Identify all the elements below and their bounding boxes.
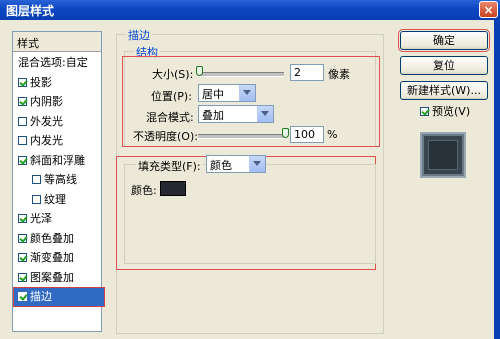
style-item-checkbox[interactable]	[32, 194, 41, 204]
opacity-slider-thumb[interactable]	[282, 128, 289, 138]
fill-group	[124, 164, 376, 264]
style-item[interactable]: 投影	[14, 74, 52, 92]
style-item-checkbox[interactable]	[18, 272, 27, 282]
style-item[interactable]: 内发光	[14, 132, 63, 150]
style-item[interactable]: 光泽	[14, 210, 52, 228]
size-label: 大小(S):	[152, 68, 194, 81]
color-swatch[interactable]	[160, 181, 186, 196]
style-item-checkbox[interactable]	[18, 292, 27, 301]
position-value: 居中	[202, 88, 224, 101]
style-item-label: 等高线	[44, 173, 77, 186]
style-item-checkbox[interactable]	[18, 155, 27, 165]
style-item[interactable]: 图案叠加	[14, 269, 74, 287]
opacity-input[interactable]: 100	[290, 126, 324, 143]
style-item-label: 颜色叠加	[30, 231, 74, 245]
style-item-checkbox[interactable]	[18, 116, 27, 126]
style-item-checkbox[interactable]	[18, 233, 27, 243]
opacity-label: 不透明度(O):	[133, 130, 198, 143]
blend-mode-label: 混合模式:	[146, 111, 194, 124]
chevron-down-icon[interactable]	[239, 85, 255, 101]
style-item[interactable]: 描边	[13, 287, 105, 307]
preview-label: 预览(V)	[432, 105, 471, 118]
window-border	[494, 20, 500, 339]
style-item-label: 图案叠加	[30, 270, 74, 284]
title-bar: 图层样式 ×	[0, 0, 500, 20]
chevron-down-icon[interactable]	[257, 106, 273, 122]
fill-type-select[interactable]: 颜色	[206, 155, 266, 173]
style-item[interactable]: 外发光	[14, 113, 63, 131]
position-label: 位置(P):	[151, 90, 192, 103]
style-item[interactable]: 颜色叠加	[14, 230, 74, 248]
style-item-label: 斜面和浮雕	[30, 153, 85, 167]
new-style-button[interactable]: 新建样式(W)...	[400, 81, 488, 100]
style-item-checkbox[interactable]	[18, 97, 27, 106]
style-item-label: 光泽	[30, 212, 52, 225]
style-item-checkbox[interactable]	[18, 214, 27, 223]
size-input[interactable]: 2	[290, 64, 324, 81]
size-unit: 像素	[328, 68, 350, 81]
style-item-label: 描边	[30, 290, 52, 303]
style-item-checkbox[interactable]	[18, 77, 27, 87]
ok-button[interactable]: 确定	[398, 29, 490, 52]
fill-type-value: 颜色	[210, 159, 232, 172]
color-label: 颜色:	[131, 184, 157, 197]
stroke-section-title: 描边	[126, 27, 152, 43]
style-item[interactable]: 混合选项:自定	[14, 54, 88, 72]
size-slider-track[interactable]	[198, 72, 284, 77]
styles-list-header: 样式	[13, 32, 101, 52]
styles-list: 样式 混合选项:自定投影内阴影外发光内发光斜面和浮雕等高线纹理光泽颜色叠加渐变叠…	[12, 31, 105, 332]
preview-check-icon[interactable]	[420, 107, 429, 116]
style-item-label: 内发光	[30, 134, 63, 147]
style-item-checkbox[interactable]	[18, 136, 27, 145]
style-preview-thumbnail	[422, 134, 464, 176]
opacity-unit: %	[327, 128, 338, 141]
close-button[interactable]: ×	[479, 1, 498, 18]
reset-button[interactable]: 复位	[400, 56, 488, 75]
style-item[interactable]: 纹理	[14, 191, 66, 209]
position-select[interactable]: 居中	[198, 84, 256, 102]
style-item-label: 渐变叠加	[30, 251, 74, 264]
style-item-label: 混合选项:自定	[18, 56, 88, 69]
style-item-checkbox[interactable]	[32, 175, 41, 184]
fill-type-label: 填充类型(F):	[136, 158, 203, 174]
blend-mode-select[interactable]: 叠加	[198, 105, 274, 123]
size-slider-thumb[interactable]	[196, 66, 203, 76]
style-item-label: 内阴影	[30, 95, 63, 108]
style-item-label: 外发光	[30, 114, 63, 128]
style-item[interactable]: 渐变叠加	[14, 249, 74, 267]
window-title: 图层样式	[6, 4, 55, 18]
opacity-slider-track[interactable]	[198, 134, 286, 139]
chevron-down-icon[interactable]	[249, 156, 265, 172]
style-item-label: 投影	[30, 75, 52, 89]
style-item-label: 纹理	[44, 192, 66, 206]
blend-mode-value: 叠加	[202, 109, 224, 122]
style-item-checkbox[interactable]	[18, 253, 27, 262]
preview-checkbox[interactable]: 预览(V)	[420, 103, 470, 119]
style-item[interactable]: 斜面和浮雕	[14, 152, 85, 170]
style-item[interactable]: 内阴影	[14, 93, 63, 111]
style-item[interactable]: 等高线	[14, 171, 77, 189]
